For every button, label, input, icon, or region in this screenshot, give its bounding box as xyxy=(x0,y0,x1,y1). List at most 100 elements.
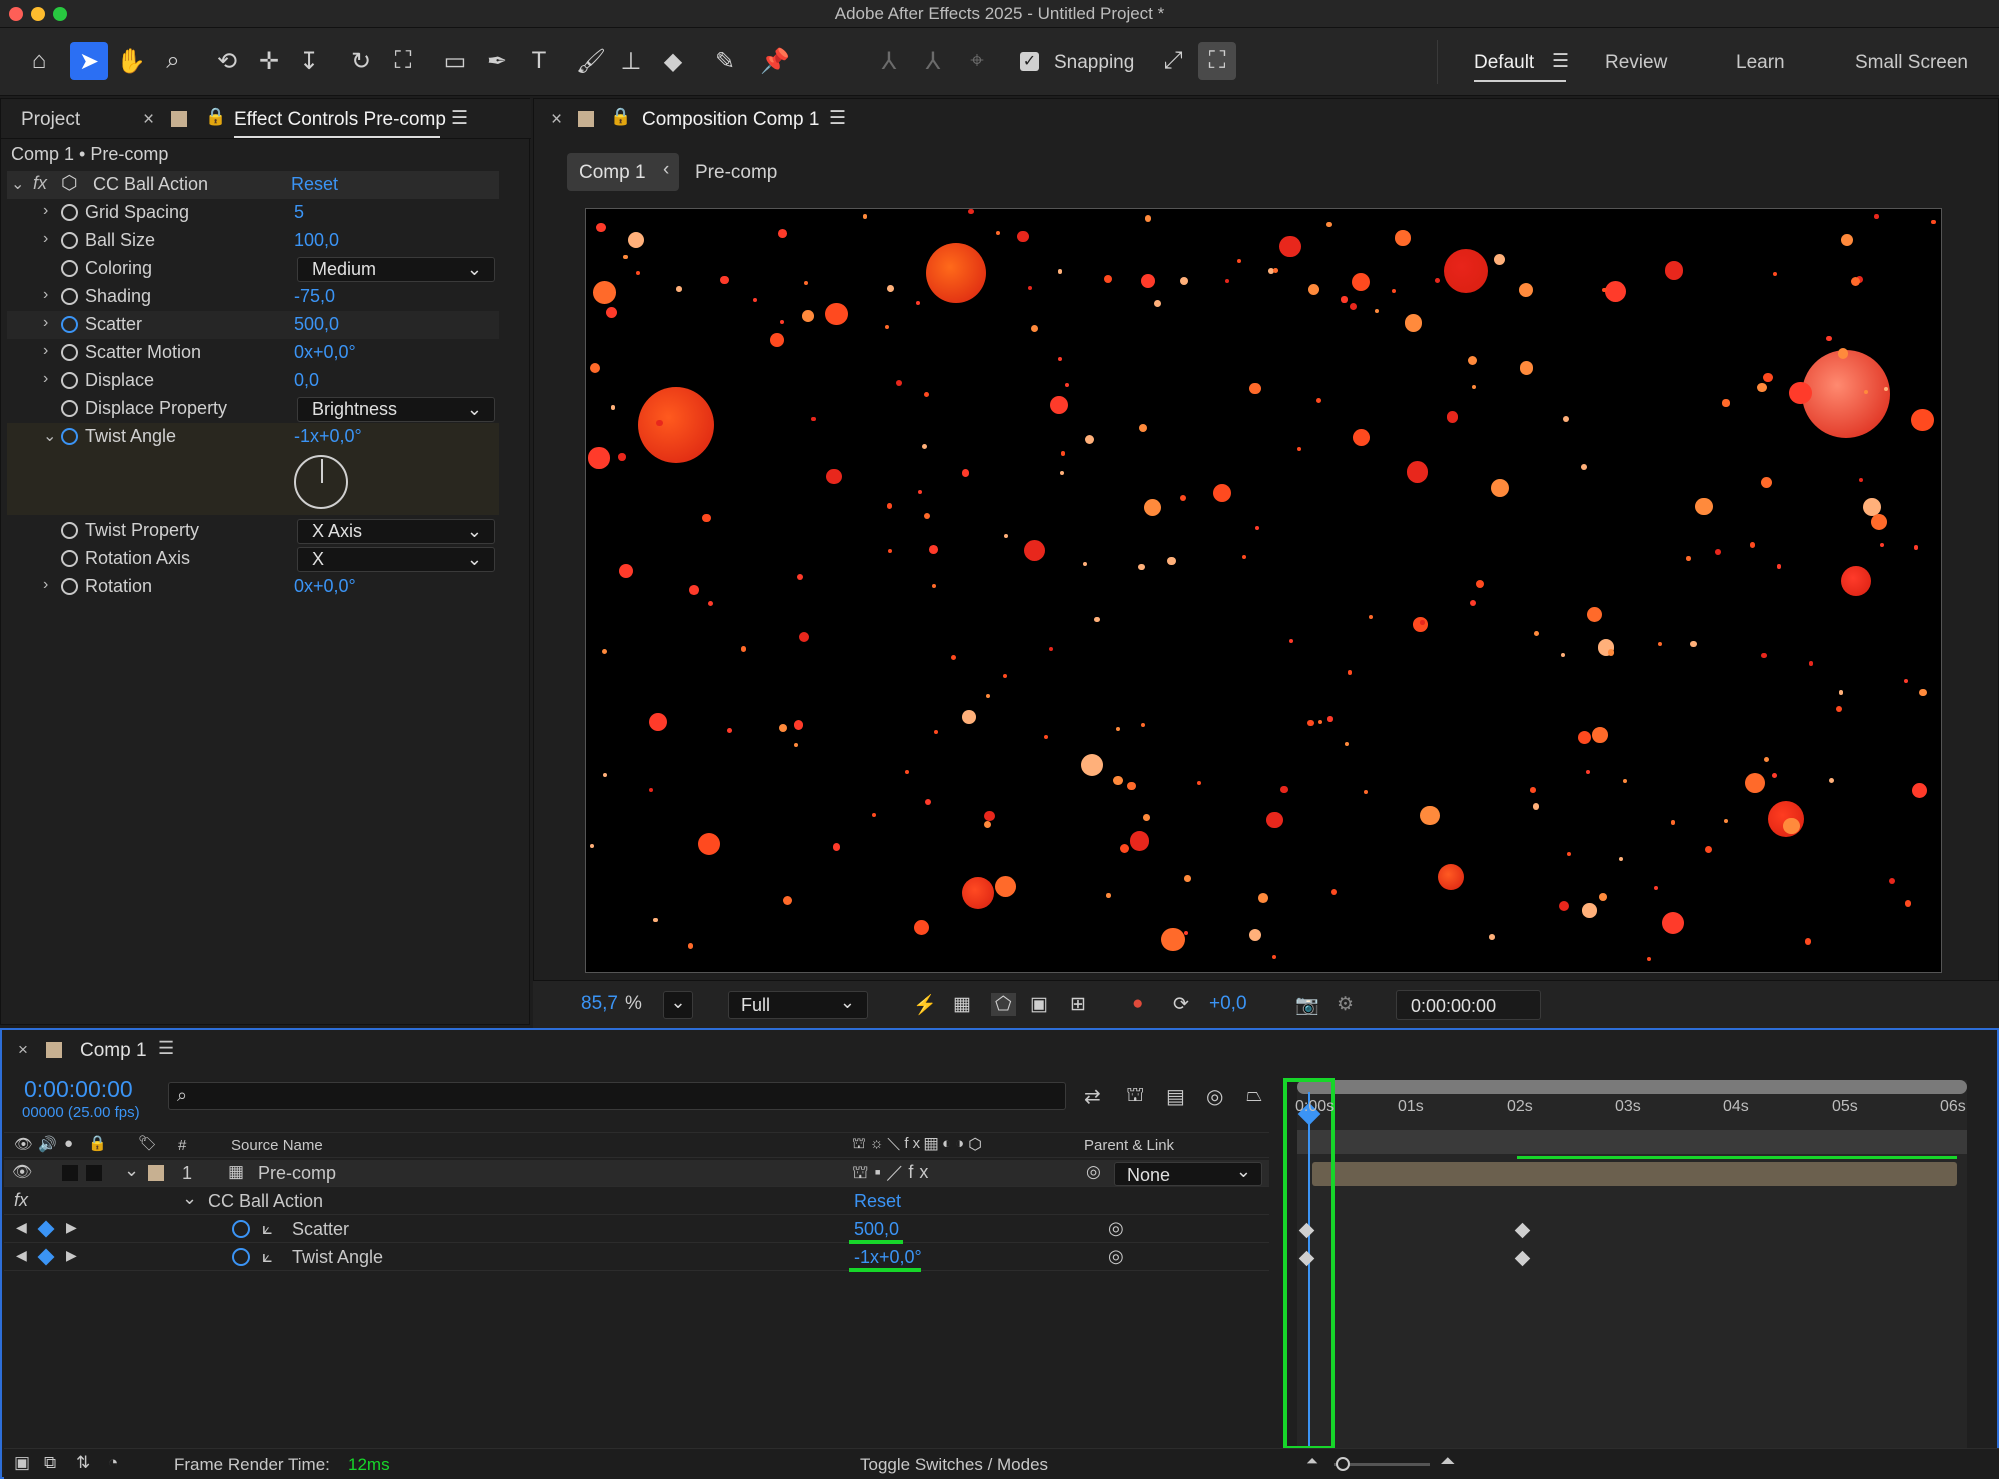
stopwatch-icon[interactable] xyxy=(61,232,78,249)
type-tool-icon[interactable]: T xyxy=(520,42,558,80)
stopwatch-icon[interactable] xyxy=(61,372,78,389)
close-tab-icon[interactable]: × xyxy=(143,109,154,131)
composition-canvas[interactable] xyxy=(585,208,1942,973)
chevron-right-icon[interactable]: › xyxy=(43,576,48,594)
eye-icon[interactable]: 👁 xyxy=(12,1162,32,1182)
pen-tool-icon[interactable]: ✒ xyxy=(478,42,516,80)
next-keyframe-icon[interactable]: ▶ xyxy=(66,1247,77,1264)
comp-mini-flowchart-icon[interactable]: ⇄ xyxy=(1084,1084,1101,1109)
show-snapshot-icon[interactable]: ⚙ xyxy=(1337,993,1354,1016)
stopwatch-icon[interactable] xyxy=(61,288,78,305)
layer-duration-bar[interactable] xyxy=(1312,1162,1957,1186)
parent-dropdown[interactable]: None ⌄ xyxy=(1114,1161,1262,1186)
workspace-learn[interactable]: Learn xyxy=(1736,52,1785,74)
eye-icon[interactable]: 👁 xyxy=(14,1135,33,1153)
workspace-review[interactable]: Review xyxy=(1605,52,1667,74)
zoom-value[interactable]: 85,7 xyxy=(581,993,618,1015)
label-color-swatch[interactable] xyxy=(171,111,187,127)
brush-tool-icon[interactable]: 🖌 xyxy=(572,42,610,80)
chevron-right-icon[interactable]: › xyxy=(43,342,48,360)
exposure-value[interactable]: +0,0 xyxy=(1209,993,1247,1015)
layer-row-precomp[interactable]: 👁 ⌄ 1 ▦ Pre-comp ⛫▪⟋fx ◎ None ⌄ xyxy=(4,1160,1269,1187)
rotation-axis-dropdown[interactable]: X ⌄ xyxy=(297,547,495,572)
graph-icon[interactable]: ⟀ xyxy=(262,1246,273,1267)
prop-value[interactable]: 500,0 xyxy=(294,314,339,335)
color-channels-icon[interactable]: ● xyxy=(1132,993,1143,1015)
displace-property-dropdown[interactable]: Brightness ⌄ xyxy=(297,397,495,422)
coloring-dropdown[interactable]: Medium ⌄ xyxy=(297,257,495,282)
motion-blur-icon[interactable]: ◎ xyxy=(1206,1084,1223,1109)
anchor-point-tool-icon[interactable]: ⛶ xyxy=(384,42,422,80)
prop-value[interactable]: 5 xyxy=(294,202,304,223)
eraser-tool-icon[interactable]: ◆ xyxy=(654,42,692,80)
viewer-timecode-field[interactable]: 0:00:00:00 xyxy=(1396,990,1541,1020)
effect-header-row[interactable]: ⌄ fx ⬡ CC Ball Action Reset xyxy=(7,171,499,199)
current-time[interactable]: 0:00:00:00 xyxy=(24,1076,133,1103)
chevron-down-icon[interactable]: ⌄ xyxy=(124,1160,139,1181)
orbit-camera-icon[interactable]: ⟲ xyxy=(208,42,246,80)
grid-guides-icon[interactable]: ⊞ xyxy=(1070,993,1086,1016)
timeline-tab[interactable]: Comp 1 xyxy=(80,1040,147,1062)
prev-keyframe-icon[interactable]: ◀ xyxy=(16,1219,27,1236)
tab-composition[interactable]: Composition Comp 1 xyxy=(642,109,819,131)
snapshot-camera-icon[interactable]: 📷 xyxy=(1295,993,1319,1017)
stopwatch-icon[interactable] xyxy=(61,550,78,567)
effect-reset-link[interactable]: Reset xyxy=(854,1191,901,1212)
puppet-pin-tool-icon[interactable]: 📌 xyxy=(756,42,794,80)
chevron-right-icon[interactable]: › xyxy=(43,202,48,220)
hand-tool-icon[interactable]: ✋ xyxy=(112,42,150,80)
stopwatch-active-icon[interactable] xyxy=(61,316,78,333)
stopwatch-active-icon[interactable] xyxy=(61,428,78,445)
workspace-small-screen[interactable]: Small Screen xyxy=(1855,52,1968,74)
layer-name[interactable]: Pre-comp xyxy=(258,1163,336,1184)
rectangle-tool-icon[interactable]: ▭ xyxy=(436,42,474,80)
resolution-dropdown[interactable]: Full ⌄ xyxy=(728,991,868,1019)
chevron-down-icon[interactable]: ⌄ xyxy=(11,174,24,194)
stopwatch-icon[interactable] xyxy=(61,522,78,539)
zoom-tool-icon[interactable]: ⌕ xyxy=(154,42,192,80)
layer-switches-pane-icon[interactable]: ⧉ xyxy=(44,1453,56,1473)
mask-visibility-icon[interactable]: ⬠ xyxy=(991,993,1016,1016)
panel-menu-icon[interactable]: ☰ xyxy=(829,107,846,130)
zoom-dropdown[interactable]: ⌄ xyxy=(663,991,693,1019)
zoom-in-icon[interactable]: ⏶ xyxy=(1440,1451,1455,1473)
close-tab-icon[interactable]: × xyxy=(18,1040,28,1060)
prop-value[interactable]: -75,0 xyxy=(294,286,335,307)
dolly-camera-icon[interactable]: ↧ xyxy=(290,42,328,80)
effect-reset-link[interactable]: Reset xyxy=(291,174,338,195)
pan-camera-icon[interactable]: ✛ xyxy=(250,42,288,80)
add-keyframe-icon[interactable] xyxy=(37,1220,55,1238)
twist-property-dropdown[interactable]: X Axis ⌄ xyxy=(297,519,495,544)
render-settings-icon[interactable]: ▣ xyxy=(14,1453,30,1473)
lock-icon[interactable]: 🔒 xyxy=(88,1134,107,1152)
expression-pick-whip-icon[interactable]: ◎ xyxy=(1108,1218,1124,1239)
breadcrumb-precomp[interactable]: Pre-comp xyxy=(695,162,777,184)
shy-layers-icon[interactable]: ⛫ xyxy=(1126,1084,1144,1109)
snapping-checkbox[interactable]: ✓ xyxy=(1020,52,1039,71)
prop-value[interactable]: 0,0 xyxy=(294,370,319,391)
rotate-tool-icon[interactable]: ↻ xyxy=(342,42,380,80)
audio-icon[interactable]: 🔊 xyxy=(38,1135,57,1153)
work-area-bar[interactable] xyxy=(1297,1130,1967,1154)
zoom-out-icon[interactable]: ⏶ xyxy=(1306,1453,1318,1470)
label-color-swatch[interactable] xyxy=(46,1042,62,1058)
stopwatch-icon[interactable] xyxy=(61,260,78,277)
panel-menu-icon[interactable]: ☰ xyxy=(451,107,468,130)
workspace-default[interactable]: Default xyxy=(1474,52,1534,74)
stopwatch-active-icon[interactable] xyxy=(232,1248,250,1266)
layer-label-color[interactable] xyxy=(148,1165,164,1181)
timeline-search-input[interactable]: ⌕ xyxy=(168,1082,1066,1110)
column-source-name[interactable]: Source Name xyxy=(231,1137,323,1154)
chevron-right-icon[interactable]: › xyxy=(43,314,48,332)
prop-value[interactable]: 0x+0,0° xyxy=(294,576,356,597)
stopwatch-icon[interactable] xyxy=(61,344,78,361)
roto-brush-tool-icon[interactable]: ✎ xyxy=(706,42,744,80)
chevron-down-icon[interactable]: ⌄ xyxy=(43,426,56,446)
render-time-pane-icon[interactable]: ◔ xyxy=(108,1453,118,1473)
chevron-right-icon[interactable]: › xyxy=(43,230,48,248)
lock-icon[interactable]: 🔒 xyxy=(610,107,631,127)
color-management-icon[interactable]: ⟳ xyxy=(1173,993,1189,1016)
fx-icon[interactable]: fx xyxy=(14,1190,28,1211)
time-navigator[interactable] xyxy=(1297,1080,1967,1094)
panel-menu-icon[interactable]: ☰ xyxy=(158,1038,174,1059)
